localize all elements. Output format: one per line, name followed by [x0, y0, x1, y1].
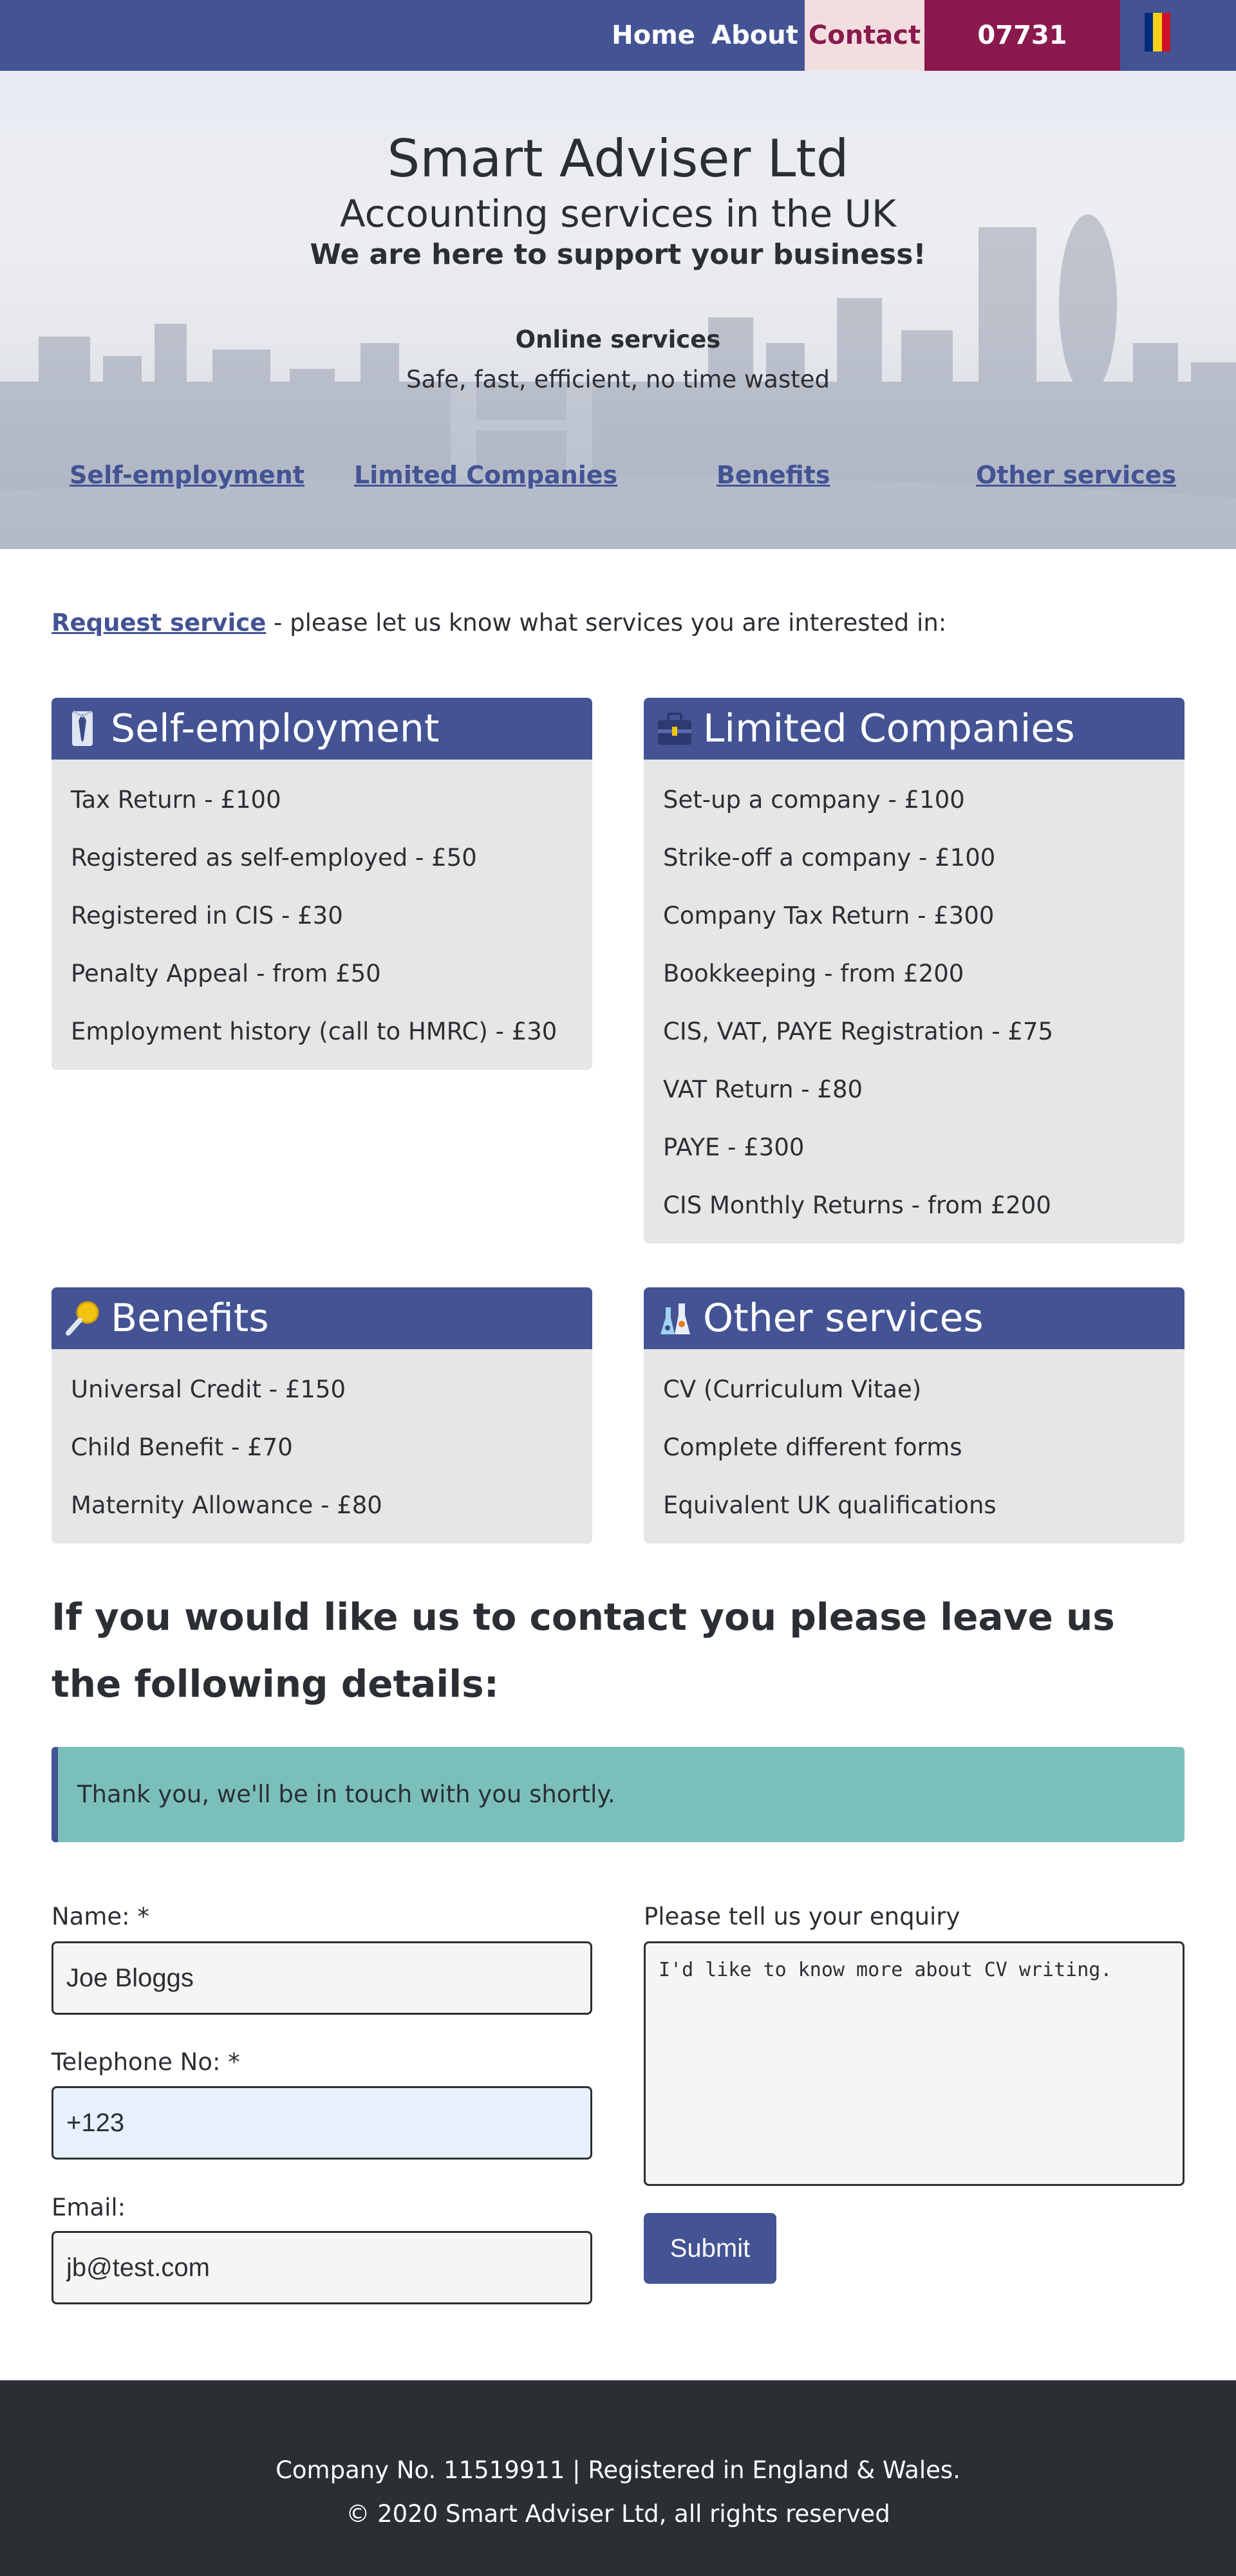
- card-header: Other services: [644, 1287, 1184, 1349]
- list-item: VAT Return - £80: [663, 1076, 863, 1103]
- card-title: Benefits: [111, 1296, 269, 1341]
- top-navbar: Home About Contact 07731 398854: [0, 0, 1236, 121]
- company-registration-text: Company No. 11519911 | Registered in Eng…: [276, 2456, 960, 2484]
- contact-form-heading: If you would like us to contact you plea…: [52, 1595, 1115, 1706]
- name-label: Name: *: [52, 1903, 149, 1930]
- briefcase-icon: [657, 709, 693, 749]
- site-subtitle: Accounting services in the UK: [339, 192, 897, 236]
- hero-link-benefits[interactable]: Benefits: [716, 461, 830, 489]
- card-header: Benefits: [52, 1287, 592, 1349]
- card-title: Limited Companies: [703, 706, 1075, 751]
- list-item: Child Benefit - £70: [71, 1433, 293, 1461]
- service-card-other-services: Other services CV (Curriculum Vitae) Com…: [644, 1287, 1184, 1544]
- telephone-input[interactable]: [52, 2086, 592, 2160]
- site-footer: Company No. 11519911 | Registered in Eng…: [0, 2380, 1236, 2576]
- list-item: Company Tax Return - £300: [663, 902, 995, 929]
- submit-button[interactable]: Submit: [644, 2213, 776, 2284]
- hero-link-limited-companies[interactable]: Limited Companies: [354, 461, 617, 489]
- telephone-label: Telephone No: *: [52, 2048, 240, 2076]
- list-item: CIS, VAT, PAYE Registration - £75: [663, 1018, 1054, 1045]
- service-card-limited-companies: Limited Companies Set-up a company - £10…: [644, 698, 1184, 1244]
- hero-link-self-employment[interactable]: Self-employment: [70, 461, 304, 489]
- magnifier-coin-icon: [64, 1298, 100, 1338]
- success-alert: Thank you, we'll be in touch with you sh…: [52, 1747, 1184, 1842]
- list-item: Equivalent UK qualifications: [663, 1491, 997, 1519]
- shirt-tie-icon: [64, 709, 100, 749]
- email-label: Email:: [52, 2194, 126, 2221]
- list-item: Tax Return - £100: [71, 786, 281, 814]
- card-header: Self-employment: [52, 698, 592, 760]
- site-title: Smart Adviser Ltd: [387, 129, 849, 189]
- online-services-heading: Online services: [515, 326, 721, 353]
- list-item: Universal Credit - £150: [71, 1376, 346, 1403]
- list-item: CV (Curriculum Vitae): [663, 1376, 922, 1403]
- name-input[interactable]: [52, 1941, 592, 2015]
- enquiry-label: Please tell us your enquiry: [644, 1903, 960, 1930]
- nav-contact-link[interactable]: Contact: [805, 0, 924, 71]
- email-input[interactable]: [52, 2231, 592, 2304]
- list-item: Penalty Appeal - from £50: [71, 960, 381, 987]
- list-item: PAYE - £300: [663, 1134, 805, 1161]
- hero-banner: Smart Adviser Ltd Accounting services in…: [0, 71, 1236, 549]
- list-item: Maternity Allowance - £80: [71, 1491, 382, 1519]
- card-item-list: Tax Return - £100 Registered as self-emp…: [52, 760, 592, 1070]
- request-service-intro: Request service - please let us know wha…: [52, 609, 946, 637]
- copyright-text: © 2020 Smart Adviser Ltd, all rights res…: [346, 2500, 890, 2528]
- service-card-self-employment: Self-employment Tax Return - £100 Regist…: [52, 698, 592, 1070]
- list-item: Registered as self-employed - £50: [71, 844, 477, 872]
- nav-phone-link[interactable]: 07731 398854: [924, 0, 1120, 121]
- hero-link-other-services[interactable]: Other services: [976, 461, 1176, 489]
- list-item: Employment history (call to HMRC) - £30: [71, 1018, 557, 1045]
- nav-home-link[interactable]: Home: [612, 0, 695, 71]
- nav-about-link[interactable]: About: [708, 0, 801, 71]
- card-header: Limited Companies: [644, 698, 1184, 760]
- list-item: Bookkeeping - from £200: [663, 960, 964, 987]
- request-service-link[interactable]: Request service: [52, 609, 266, 637]
- card-title: Other services: [703, 1296, 984, 1341]
- list-item: Set-up a company - £100: [663, 786, 965, 814]
- list-item: Complete different forms: [663, 1433, 962, 1461]
- site-tagline: We are here to support your business!: [310, 238, 926, 271]
- list-item: Registered in CIS - £30: [71, 902, 343, 929]
- romania-flag-icon[interactable]: [1145, 13, 1170, 51]
- lab-flasks-icon: [657, 1298, 693, 1338]
- card-item-list: Universal Credit - £150 Child Benefit - …: [52, 1349, 592, 1544]
- service-card-benefits: Benefits Universal Credit - £150 Child B…: [52, 1287, 592, 1544]
- request-service-text: - please let us know what services you a…: [266, 609, 947, 637]
- card-title: Self-employment: [111, 706, 440, 751]
- online-services-tagline: Safe, fast, efficient, no time wasted: [406, 366, 830, 393]
- card-item-list: Set-up a company - £100 Strike-off a com…: [644, 760, 1184, 1244]
- card-item-list: CV (Curriculum Vitae) Complete different…: [644, 1349, 1184, 1544]
- list-item: Strike-off a company - £100: [663, 844, 996, 872]
- enquiry-textarea[interactable]: I'd like to know more about CV writing.: [644, 1941, 1184, 2186]
- list-item: CIS Monthly Returns - from £200: [663, 1191, 1051, 1219]
